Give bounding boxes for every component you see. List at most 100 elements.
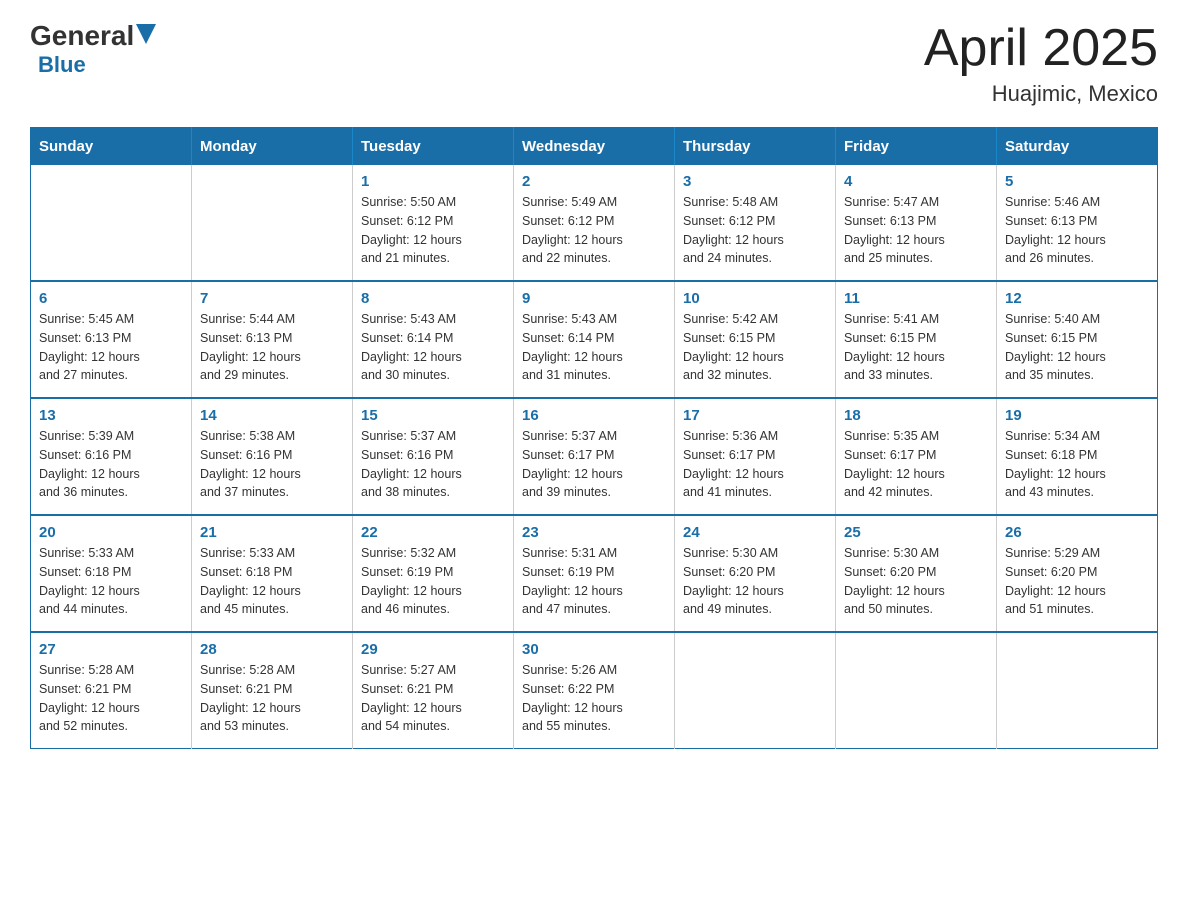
calendar-week-row: 1 Sunrise: 5:50 AMSunset: 6:12 PMDaylight… (31, 165, 1158, 281)
day-number: 26 (1005, 524, 1149, 541)
day-info: Sunrise: 5:30 AMSunset: 6:20 PMDaylight:… (844, 544, 988, 619)
day-info: Sunrise: 5:41 AMSunset: 6:15 PMDaylight:… (844, 310, 988, 385)
day-number: 14 (200, 407, 344, 424)
calendar-day-cell: 30Sunrise: 5:26 AMSunset: 6:22 PMDayligh… (514, 632, 675, 749)
logo: General Blue (30, 20, 156, 78)
calendar-day-cell: 23Sunrise: 5:31 AMSunset: 6:19 PMDayligh… (514, 515, 675, 632)
day-number: 6 (39, 290, 183, 307)
day-number: 25 (844, 524, 988, 541)
day-info: Sunrise: 5:39 AMSunset: 6:16 PMDaylight:… (39, 427, 183, 502)
day-info: Sunrise: 5:40 AMSunset: 6:15 PMDaylight:… (1005, 310, 1149, 385)
day-number: 1 (361, 173, 505, 190)
calendar-day-cell: 21 Sunrise: 5:33 AMSunset: 6:18 PMDayligh… (192, 515, 353, 632)
day-info: Sunrise: 5:46 AMSunset: 6:13 PMDaylight:… (1005, 193, 1149, 268)
day-number: 2 (522, 173, 666, 190)
day-number: 9 (522, 290, 666, 307)
day-number: 24 (683, 524, 827, 541)
calendar-day-cell: 27 Sunrise: 5:28 AMSunset: 6:21 PMDayligh… (31, 632, 192, 749)
calendar-day-cell (192, 165, 353, 281)
calendar-week-row: 13Sunrise: 5:39 AMSunset: 6:16 PMDayligh… (31, 398, 1158, 515)
day-info: Sunrise: 5:26 AMSunset: 6:22 PMDaylight:… (522, 661, 666, 736)
calendar-day-cell: 28Sunrise: 5:28 AMSunset: 6:21 PMDayligh… (192, 632, 353, 749)
day-number: 3 (683, 173, 827, 190)
calendar-day-cell: 7Sunrise: 5:44 AMSunset: 6:13 PMDaylight… (192, 281, 353, 398)
calendar-week-row: 6Sunrise: 5:45 AMSunset: 6:13 PMDaylight… (31, 281, 1158, 398)
calendar-day-cell: 3 Sunrise: 5:48 AMSunset: 6:12 PMDaylight… (675, 165, 836, 281)
day-info: Sunrise: 5:47 AMSunset: 6:13 PMDaylight:… (844, 193, 988, 268)
day-number: 17 (683, 407, 827, 424)
calendar-day-cell: 4 Sunrise: 5:47 AMSunset: 6:13 PMDaylight… (836, 165, 997, 281)
calendar-day-cell: 2 Sunrise: 5:49 AMSunset: 6:12 PMDaylight… (514, 165, 675, 281)
day-info: Sunrise: 5:32 AMSunset: 6:19 PMDaylight:… (361, 544, 505, 619)
day-info: Sunrise: 5:36 AMSunset: 6:17 PMDaylight:… (683, 427, 827, 502)
day-number: 27 (39, 641, 183, 658)
day-info: Sunrise: 5:33 AMSunset: 6:18 PMDaylight:… (200, 544, 344, 619)
weekday-header-sunday: Sunday (31, 128, 192, 166)
day-info: Sunrise: 5:33 AMSunset: 6:18 PMDaylight:… (39, 544, 183, 619)
calendar-day-cell: 20 Sunrise: 5:33 AMSunset: 6:18 PMDayligh… (31, 515, 192, 632)
calendar-day-cell: 24Sunrise: 5:30 AMSunset: 6:20 PMDayligh… (675, 515, 836, 632)
weekday-header-saturday: Saturday (997, 128, 1158, 166)
day-number: 28 (200, 641, 344, 658)
day-number: 10 (683, 290, 827, 307)
day-info: Sunrise: 5:35 AMSunset: 6:17 PMDaylight:… (844, 427, 988, 502)
day-info: Sunrise: 5:28 AMSunset: 6:21 PMDaylight:… (39, 661, 183, 736)
day-number: 22 (361, 524, 505, 541)
calendar-day-cell: 15Sunrise: 5:37 AMSunset: 6:16 PMDayligh… (353, 398, 514, 515)
day-info: Sunrise: 5:29 AMSunset: 6:20 PMDaylight:… (1005, 544, 1149, 619)
calendar-day-cell: 18 Sunrise: 5:35 AMSunset: 6:17 PMDayligh… (836, 398, 997, 515)
calendar-day-cell: 8 Sunrise: 5:43 AMSunset: 6:14 PMDaylight… (353, 281, 514, 398)
calendar-day-cell: 25 Sunrise: 5:30 AMSunset: 6:20 PMDayligh… (836, 515, 997, 632)
day-number: 8 (361, 290, 505, 307)
day-info: Sunrise: 5:31 AMSunset: 6:19 PMDaylight:… (522, 544, 666, 619)
calendar-day-cell: 14 Sunrise: 5:38 AMSunset: 6:16 PMDayligh… (192, 398, 353, 515)
calendar-day-cell: 19 Sunrise: 5:34 AMSunset: 6:18 PMDayligh… (997, 398, 1158, 515)
calendar-day-cell: 5 Sunrise: 5:46 AMSunset: 6:13 PMDaylight… (997, 165, 1158, 281)
calendar-title: April 2025 (924, 20, 1158, 77)
day-number: 4 (844, 173, 988, 190)
day-info: Sunrise: 5:42 AMSunset: 6:15 PMDaylight:… (683, 310, 827, 385)
day-number: 21 (200, 524, 344, 541)
day-number: 29 (361, 641, 505, 658)
day-info: Sunrise: 5:48 AMSunset: 6:12 PMDaylight:… (683, 193, 827, 268)
calendar-day-cell: 1 Sunrise: 5:50 AMSunset: 6:12 PMDaylight… (353, 165, 514, 281)
day-info: Sunrise: 5:38 AMSunset: 6:16 PMDaylight:… (200, 427, 344, 502)
title-block: April 2025 Huajimic, Mexico (924, 20, 1158, 107)
calendar-day-cell (31, 165, 192, 281)
day-number: 20 (39, 524, 183, 541)
calendar-table: SundayMondayTuesdayWednesdayThursdayFrid… (30, 127, 1158, 749)
calendar-day-cell (836, 632, 997, 749)
day-number: 11 (844, 290, 988, 307)
day-number: 19 (1005, 407, 1149, 424)
calendar-day-cell: 12 Sunrise: 5:40 AMSunset: 6:15 PMDayligh… (997, 281, 1158, 398)
day-number: 7 (200, 290, 344, 307)
logo-triangle-icon (136, 24, 156, 48)
day-info: Sunrise: 5:37 AMSunset: 6:17 PMDaylight:… (522, 427, 666, 502)
calendar-day-cell (675, 632, 836, 749)
calendar-day-cell (997, 632, 1158, 749)
weekday-header-tuesday: Tuesday (353, 128, 514, 166)
day-info: Sunrise: 5:34 AMSunset: 6:18 PMDaylight:… (1005, 427, 1149, 502)
day-number: 12 (1005, 290, 1149, 307)
day-info: Sunrise: 5:50 AMSunset: 6:12 PMDaylight:… (361, 193, 505, 268)
weekday-header-row: SundayMondayTuesdayWednesdayThursdayFrid… (31, 128, 1158, 166)
calendar-day-cell: 13Sunrise: 5:39 AMSunset: 6:16 PMDayligh… (31, 398, 192, 515)
calendar-day-cell: 17 Sunrise: 5:36 AMSunset: 6:17 PMDayligh… (675, 398, 836, 515)
day-number: 5 (1005, 173, 1149, 190)
calendar-day-cell: 16 Sunrise: 5:37 AMSunset: 6:17 PMDayligh… (514, 398, 675, 515)
calendar-day-cell: 10 Sunrise: 5:42 AMSunset: 6:15 PMDayligh… (675, 281, 836, 398)
calendar-week-row: 20 Sunrise: 5:33 AMSunset: 6:18 PMDayligh… (31, 515, 1158, 632)
day-info: Sunrise: 5:49 AMSunset: 6:12 PMDaylight:… (522, 193, 666, 268)
day-number: 18 (844, 407, 988, 424)
calendar-day-cell: 9Sunrise: 5:43 AMSunset: 6:14 PMDaylight… (514, 281, 675, 398)
day-number: 16 (522, 407, 666, 424)
logo-blue-text: Blue (38, 52, 86, 77)
calendar-day-cell: 26 Sunrise: 5:29 AMSunset: 6:20 PMDayligh… (997, 515, 1158, 632)
day-info: Sunrise: 5:37 AMSunset: 6:16 PMDaylight:… (361, 427, 505, 502)
weekday-header-wednesday: Wednesday (514, 128, 675, 166)
calendar-day-cell: 29 Sunrise: 5:27 AMSunset: 6:21 PMDayligh… (353, 632, 514, 749)
day-info: Sunrise: 5:43 AMSunset: 6:14 PMDaylight:… (361, 310, 505, 385)
day-info: Sunrise: 5:27 AMSunset: 6:21 PMDaylight:… (361, 661, 505, 736)
weekday-header-monday: Monday (192, 128, 353, 166)
calendar-location: Huajimic, Mexico (924, 81, 1158, 107)
